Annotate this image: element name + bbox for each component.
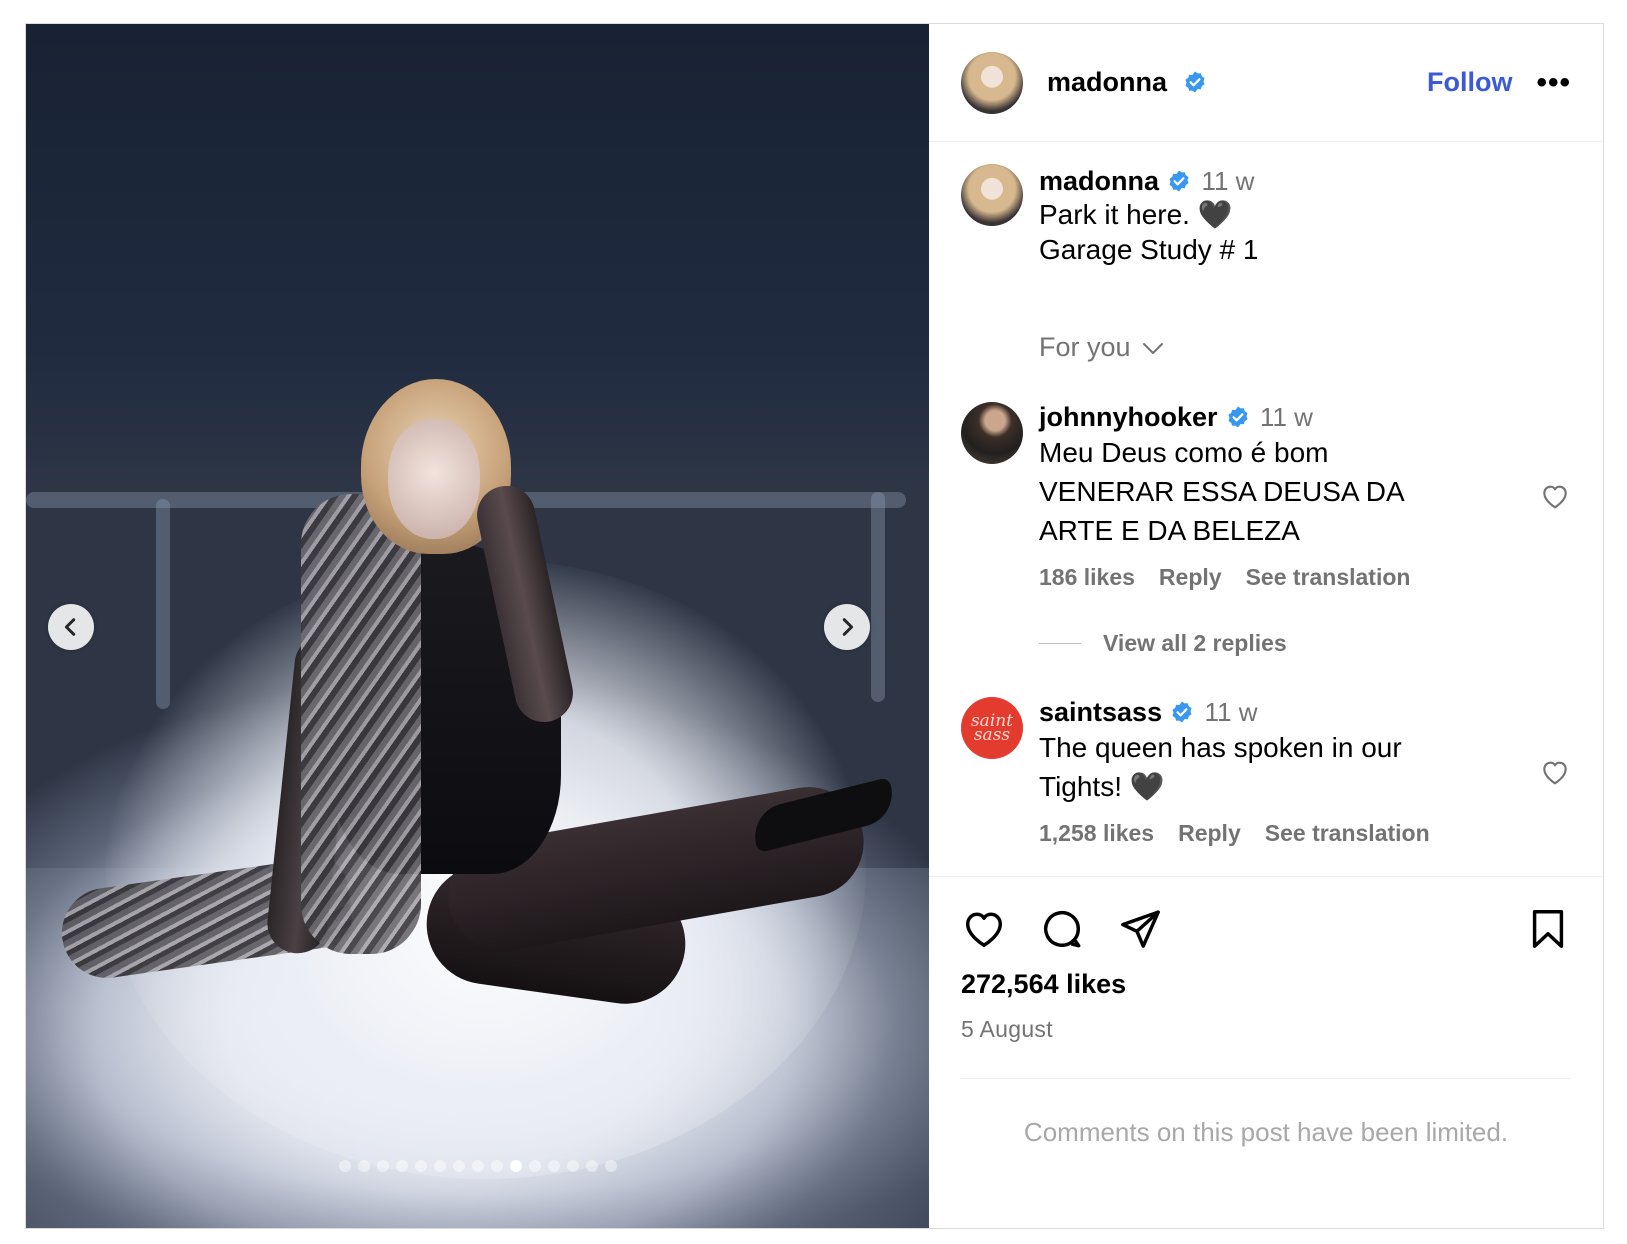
like-comment-heart-icon[interactable]: [1539, 756, 1571, 788]
slide-dot: [357, 1160, 370, 1172]
caption-author-avatar[interactable]: [961, 164, 1023, 226]
post-media[interactable]: [26, 24, 929, 1228]
slide-dot: [471, 1160, 484, 1172]
comment-text-line: VENERAR ESSA DEUSA DA: [1039, 476, 1405, 507]
next-slide-button[interactable]: [824, 604, 870, 650]
comment-text-line: ARTE E DA BELEZA: [1039, 515, 1300, 546]
comment-sort-label: For you: [1039, 332, 1131, 362]
slide-dot: [585, 1160, 598, 1172]
comment-reply-button[interactable]: Reply: [1178, 820, 1241, 847]
slide-dot: [452, 1160, 465, 1172]
slide-indicator: [26, 1160, 929, 1172]
caption-text-line: Park it here. 🖤: [1039, 199, 1233, 230]
comment-reply-button[interactable]: Reply: [1159, 564, 1222, 591]
comments-limited-notice: Comments on this post have been limited.: [961, 1078, 1571, 1148]
commenter-avatar[interactable]: [961, 402, 1023, 464]
comment-text-line: Tights! 🖤: [1039, 771, 1165, 802]
share-send-icon[interactable]: [1117, 906, 1163, 952]
slide-dot: [604, 1160, 617, 1172]
slide-dot-active: [509, 1160, 522, 1172]
more-options-icon[interactable]: •••: [1536, 67, 1571, 98]
comment-likes-count[interactable]: 186 likes: [1039, 564, 1135, 591]
chevron-right-icon: [842, 618, 854, 636]
slide-dot: [566, 1160, 579, 1172]
comment-thread: madonna 11 w Park it here. 🖤 Garage Stud…: [961, 164, 1571, 846]
saintsass-logo: saint sass: [970, 711, 1014, 745]
caption-author-username[interactable]: madonna: [1039, 166, 1159, 196]
slide-dot: [433, 1160, 446, 1172]
post-date[interactable]: 5 August: [961, 1016, 1571, 1043]
post-actions: 272,564 likes 5 August: [929, 876, 1603, 1043]
verified-badge-icon: [1228, 406, 1248, 428]
view-replies-label: View all 2 replies: [1103, 630, 1287, 656]
view-replies-button[interactable]: View all 2 replies: [1039, 630, 1287, 657]
slide-dot: [490, 1160, 503, 1172]
comment-sort-dropdown[interactable]: For you: [1039, 332, 1165, 363]
author-username-text: madonna: [1047, 67, 1168, 97]
chevron-down-icon: [1142, 342, 1163, 354]
post-likes-count[interactable]: 272,564 likes: [961, 969, 1571, 1000]
commenter-username[interactable]: saintsass: [1039, 697, 1162, 727]
photo-figure: [388, 419, 480, 539]
comment-bubble-icon[interactable]: [1039, 906, 1085, 952]
slide-dot: [376, 1160, 389, 1172]
comment-translate-button[interactable]: See translation: [1246, 564, 1411, 591]
comment-translate-button[interactable]: See translation: [1265, 820, 1430, 847]
comment-timestamp[interactable]: 11 w: [1260, 402, 1313, 432]
post-header: madonna Follow •••: [929, 24, 1603, 142]
replies-divider-line: [1039, 643, 1081, 644]
author-avatar[interactable]: [961, 51, 1023, 114]
commenter-username[interactable]: johnnyhooker: [1039, 402, 1218, 432]
slide-dot: [414, 1160, 427, 1172]
author-username[interactable]: madonna: [1047, 67, 1207, 98]
previous-slide-button[interactable]: [48, 604, 94, 650]
slide-dot: [395, 1160, 408, 1172]
slide-dot: [338, 1160, 351, 1172]
commenter-avatar[interactable]: saint sass: [961, 697, 1023, 759]
like-comment-heart-icon[interactable]: [1539, 480, 1571, 512]
comment-text-line: The queen has spoken in our: [1039, 732, 1402, 763]
post-sidebar: madonna Follow ••• madonna 11 w Park it …: [929, 24, 1603, 1228]
comment-item: johnnyhooker 11 w Meu Deus como é bom VE…: [961, 402, 1571, 591]
chevron-left-icon: [64, 618, 76, 636]
comment-text-line: Meu Deus como é bom: [1039, 437, 1329, 468]
follow-button[interactable]: Follow: [1427, 67, 1512, 98]
caption-text-line: Garage Study # 1: [1039, 234, 1259, 265]
post-card: madonna Follow ••• madonna 11 w Park it …: [25, 23, 1604, 1229]
comment-meta: 186 likes Reply See translation: [1039, 564, 1571, 591]
like-heart-icon[interactable]: [961, 906, 1007, 952]
verified-badge-icon: [1169, 170, 1189, 192]
comment-item: saint sass saintsass 11 w The queen has s…: [961, 697, 1571, 847]
comment-meta: 1,258 likes Reply See translation: [1039, 820, 1571, 847]
slide-dot: [528, 1160, 541, 1172]
background-pipe: [871, 492, 885, 702]
post-caption: madonna 11 w Park it here. 🖤 Garage Stud…: [961, 164, 1571, 267]
bookmark-save-icon[interactable]: [1525, 906, 1571, 952]
caption-timestamp[interactable]: 11 w: [1201, 166, 1254, 196]
photo-fur-wrap: [301, 494, 421, 954]
slide-dot: [547, 1160, 560, 1172]
verified-badge-icon: [1185, 71, 1205, 93]
verified-badge-icon: [1172, 701, 1192, 723]
comment-likes-count[interactable]: 1,258 likes: [1039, 820, 1154, 847]
comment-timestamp[interactable]: 11 w: [1205, 697, 1258, 727]
background-pipe: [156, 499, 170, 709]
